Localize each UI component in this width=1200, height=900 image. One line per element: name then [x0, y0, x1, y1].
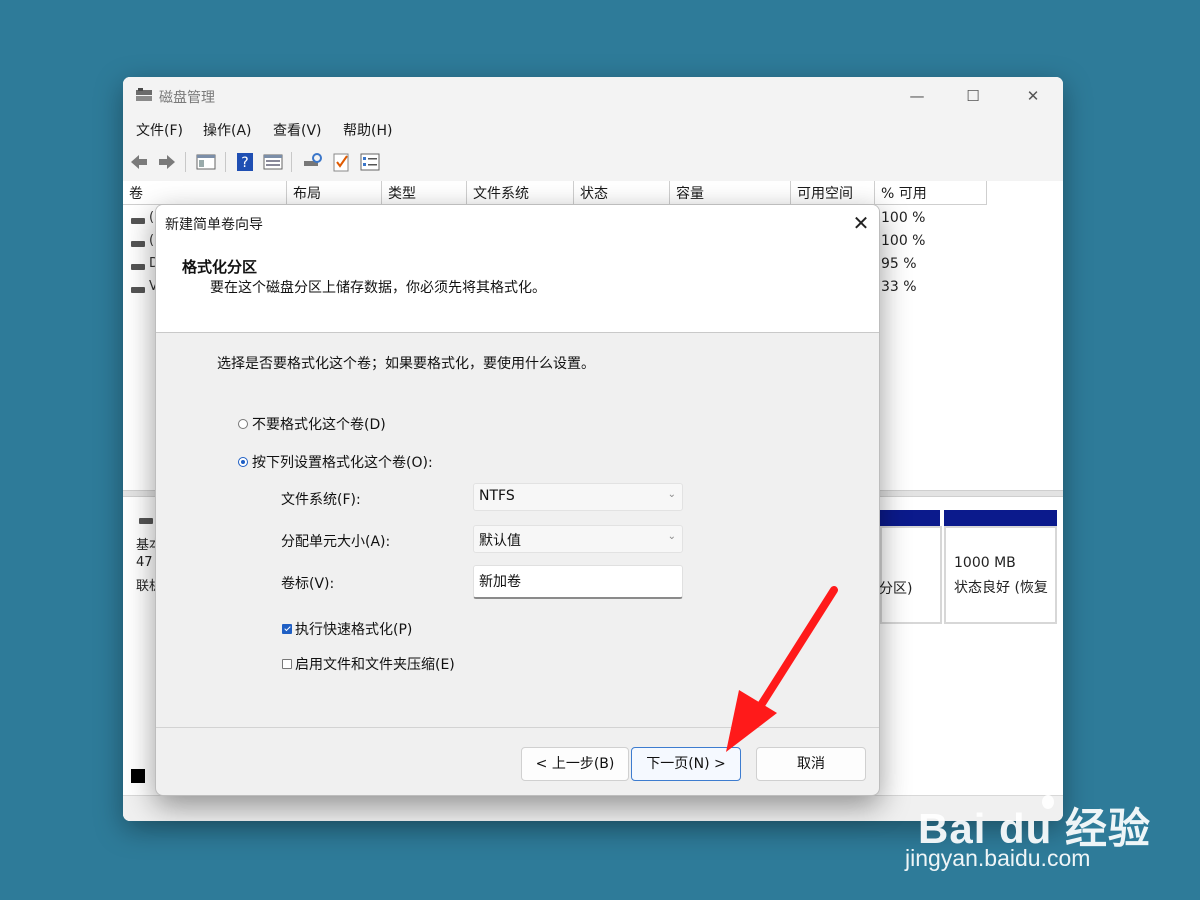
annotation-arrow-icon — [726, 586, 838, 752]
watermark-url: jingyan.baidu.com — [905, 845, 1091, 871]
